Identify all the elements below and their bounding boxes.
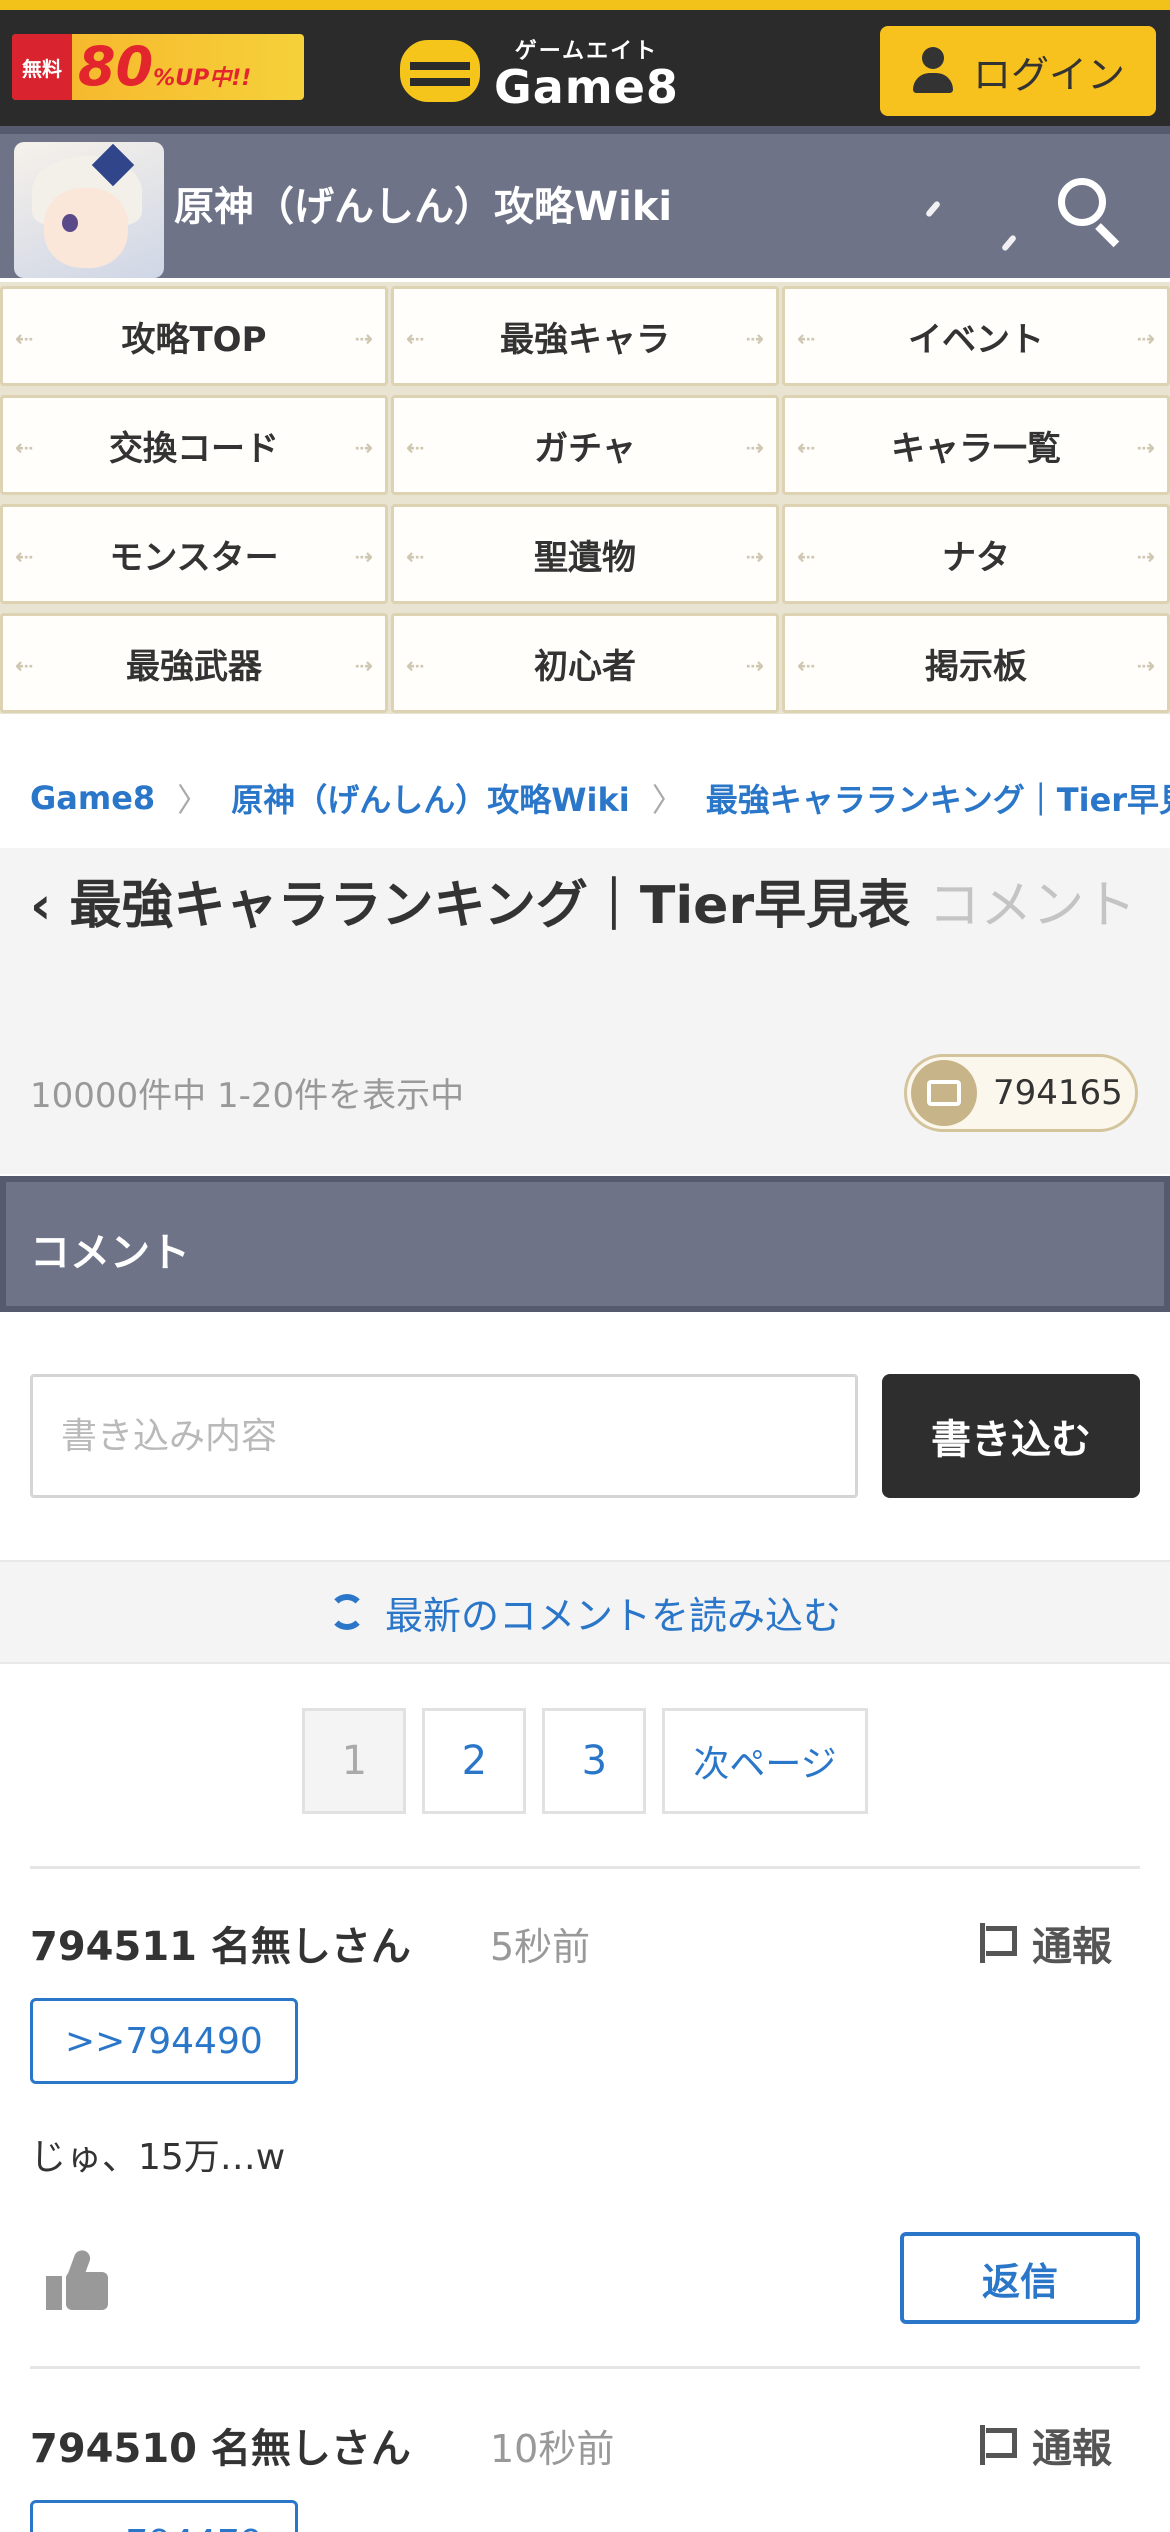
comment-id: 794511 (30, 1924, 197, 1970)
sparkle-decoration (924, 200, 942, 218)
chevron-right-icon: 〉 (651, 781, 684, 819)
breadcrumb-link[interactable]: 最強キャラランキング｜Tier早見表 (706, 775, 1170, 821)
page-title-text[interactable]: 最強キャラランキング｜Tier早見表 (69, 876, 910, 936)
comment-bubble-icon (911, 1060, 977, 1126)
chevron-right-icon: 〉 (177, 781, 210, 819)
report-button[interactable]: 通報 (978, 1914, 1112, 1972)
comment-time: 5秒前 (490, 1925, 591, 1969)
nav-item[interactable]: ⇠ イベント ⇢ (782, 286, 1170, 386)
wiki-header: 原神（げんしん）攻略Wiki (0, 126, 1170, 278)
page-button[interactable]: 2 (422, 1708, 527, 1814)
nav-item[interactable]: ⇠ 攻略TOP ⇢ (0, 286, 388, 386)
nav-item[interactable]: ⇠ 聖遺物 ⇢ (391, 504, 779, 604)
comment-body: じゅ、15万…w (30, 2137, 286, 2178)
pagination: 1 2 3 次ページ (0, 1708, 1170, 1818)
nav-item[interactable]: ⇠ モンスター ⇢ (0, 504, 388, 604)
comment-item: 794511 名無しさん 5秒前 通報 >>794490 じゅ、15万…w 返信 (0, 1890, 1170, 2360)
comment-count-badge: 794165 (904, 1054, 1138, 1132)
result-count: 10000件中 1-20件を表示中 (30, 1076, 465, 1116)
wiki-nav-grid: ⇠ 攻略TOP ⇢ ⇠ 最強キャラ ⇢ ⇠ イベント ⇢ ⇠ 交換コード ⇢ ⇠ ガチャ ⇢ ⇠ キャ… (0, 282, 1170, 714)
nav-item[interactable]: ⇠ ガチャ ⇢ (391, 395, 779, 495)
page-button-current[interactable]: 1 (302, 1708, 407, 1814)
nav-item[interactable]: ⇠ 最強キャラ ⇢ (391, 286, 779, 386)
breadcrumb-link[interactable]: Game8 (30, 779, 155, 817)
breadcrumb: Game8 〉 原神（げんしん）攻略Wiki 〉 最強キャラランキング｜Tier… (0, 750, 1170, 846)
submit-comment-button[interactable]: 書き込む (882, 1374, 1140, 1498)
page-title-suffix: コメント (928, 876, 1137, 936)
promo-free-label: 無料 (12, 34, 72, 100)
reload-comments-button[interactable]: 最新のコメントを読み込む (0, 1560, 1170, 1664)
divider (30, 1866, 1140, 1869)
page-title-area: ‹ 最強キャラランキング｜Tier早見表 コメント 10000件中 1-20件を表… (0, 848, 1170, 1174)
brand-name: Game8 (494, 60, 679, 114)
nav-item[interactable]: ⇠ 交換コード ⇢ (0, 395, 388, 495)
back-chevron-icon[interactable]: ‹ (30, 866, 51, 946)
reply-button[interactable]: 返信 (900, 2232, 1140, 2324)
reply-anchor-link[interactable]: >>794479 (30, 2500, 298, 2532)
comment-time: 10秒前 (490, 2427, 615, 2471)
divider (30, 2366, 1140, 2369)
flag-icon (978, 1923, 1018, 1963)
page-title: ‹ 最強キャラランキング｜Tier早見表 コメント (30, 866, 1140, 946)
refresh-icon (328, 1594, 365, 1630)
comment-meta: 794511 名無しさん (30, 1914, 411, 1972)
nav-item[interactable]: ⇠ 初心者 ⇢ (391, 613, 779, 713)
comment-meta: 794510 名無しさん (30, 2416, 411, 2474)
report-label: 通報 (1032, 1924, 1112, 1970)
login-button[interactable]: ログイン (880, 26, 1156, 116)
comment-id: 794510 (30, 2426, 197, 2472)
next-page-button[interactable]: 次ページ (662, 1708, 868, 1814)
login-label: ログイン (972, 52, 1125, 97)
nav-item[interactable]: ⇠ 最強武器 ⇢ (0, 613, 388, 713)
top-bar: 無料 80%UP中!! ゲームエイト Game8 ログイン (0, 0, 1170, 126)
nav-item[interactable]: ⇠ 掲示板 ⇢ (782, 613, 1170, 713)
game8-logo[interactable]: ゲームエイト Game8 (400, 36, 679, 114)
comment-author: 名無しさん (210, 1924, 411, 1970)
breadcrumb-link[interactable]: 原神（げんしん）攻略Wiki (231, 775, 630, 821)
sparkle-decoration (1000, 234, 1018, 252)
search-icon[interactable] (1054, 174, 1124, 248)
user-icon (911, 47, 955, 95)
comment-section-header: コメント (0, 1176, 1170, 1312)
comment-item: 794510 名無しさん 10秒前 通報 >>794479 (0, 2392, 1170, 2532)
report-label: 通報 (1032, 2426, 1112, 2472)
promo-banner[interactable]: 無料 80%UP中!! (12, 34, 304, 100)
report-button[interactable]: 通報 (978, 2416, 1112, 2474)
nav-item[interactable]: ⇠ ナタ ⇢ (782, 504, 1170, 604)
bee-logo-icon (400, 40, 480, 102)
reply-anchor-link[interactable]: >>794490 (30, 1998, 298, 2084)
wiki-character-avatar[interactable] (14, 142, 164, 278)
comment-form: 書き込む (0, 1312, 1170, 1560)
comment-section-title: コメント (30, 1230, 190, 1276)
page-button[interactable]: 3 (542, 1708, 647, 1814)
reload-label: 最新のコメントを読み込む (384, 1593, 841, 1638)
nav-item[interactable]: ⇠ キャラ一覧 ⇢ (782, 395, 1170, 495)
flag-icon (978, 2425, 1018, 2465)
comment-author: 名無しさん (210, 2426, 411, 2472)
comment-input[interactable] (30, 1374, 858, 1498)
thumbs-up-icon[interactable] (46, 2248, 110, 2310)
comment-count: 794165 (993, 1073, 1123, 1113)
promo-percent: 80%UP中!! (78, 35, 252, 98)
wiki-title[interactable]: 原神（げんしん）攻略Wiki (174, 174, 672, 232)
